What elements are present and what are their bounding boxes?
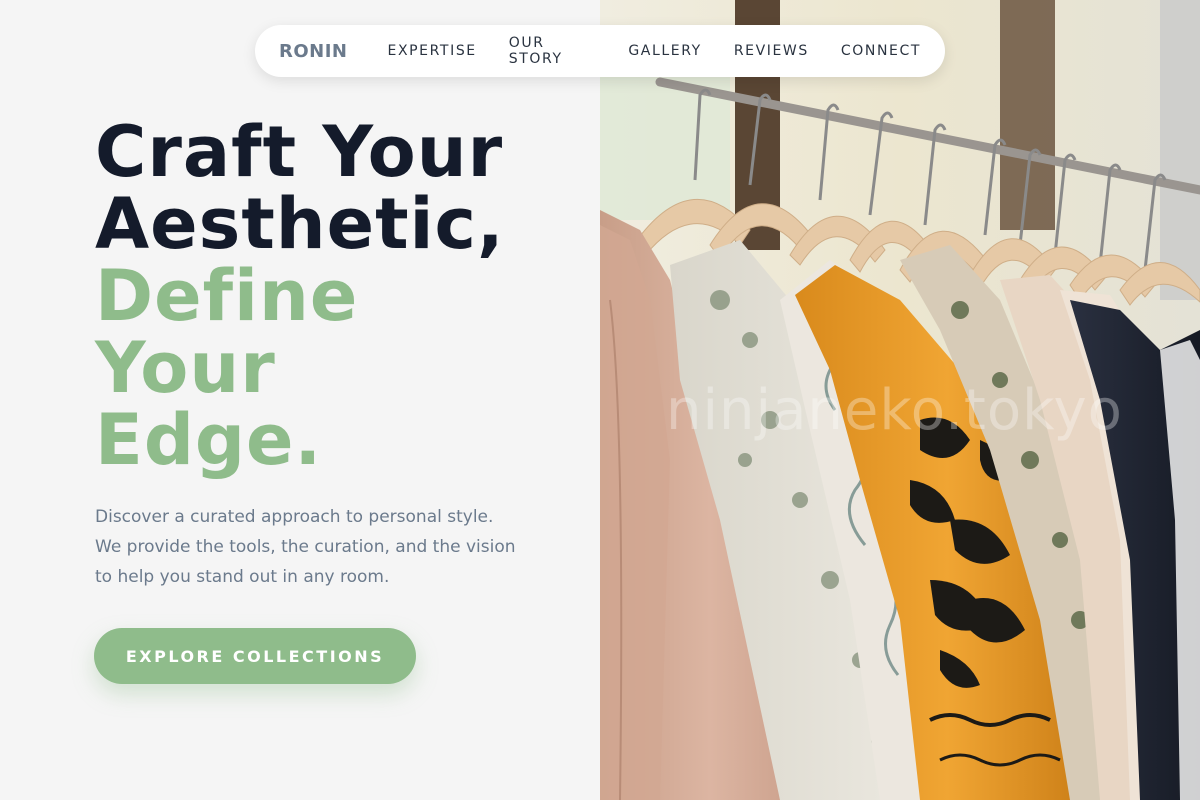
explore-collections-button[interactable]: EXPLORE COLLECTIONS (94, 628, 416, 684)
hero-image: ninjaneko.tokyo (600, 0, 1200, 800)
hero-section: Craft Your Aesthetic, Define Your Edge. … (0, 0, 600, 800)
nav-link-connect[interactable]: CONNECT (841, 43, 921, 59)
headline-accent-line: Define (95, 255, 359, 337)
hero-headline: Craft Your Aesthetic, Define Your Edge. (95, 116, 575, 476)
headline-line: Craft Your (95, 111, 504, 193)
headline-accent-line: Edge. (95, 399, 323, 481)
nav-link-gallery[interactable]: GALLERY (628, 43, 701, 59)
image-watermark: ninjaneko.tokyo (666, 378, 1123, 443)
headline-accent-line: Your (95, 327, 276, 409)
top-navigation: RONIN EXPERTISE OUR STORY GALLERY REVIEW… (255, 25, 945, 77)
landing-page: Craft Your Aesthetic, Define Your Edge. … (0, 0, 1200, 800)
hero-description: Discover a curated approach to personal … (95, 507, 516, 587)
headline-line: Aesthetic, (95, 183, 505, 265)
nav-link-our-story[interactable]: OUR STORY (509, 35, 597, 67)
brand-logo[interactable]: RONIN (279, 41, 348, 62)
nav-link-expertise[interactable]: EXPERTISE (388, 43, 477, 59)
nav-link-reviews[interactable]: REVIEWS (734, 43, 809, 59)
